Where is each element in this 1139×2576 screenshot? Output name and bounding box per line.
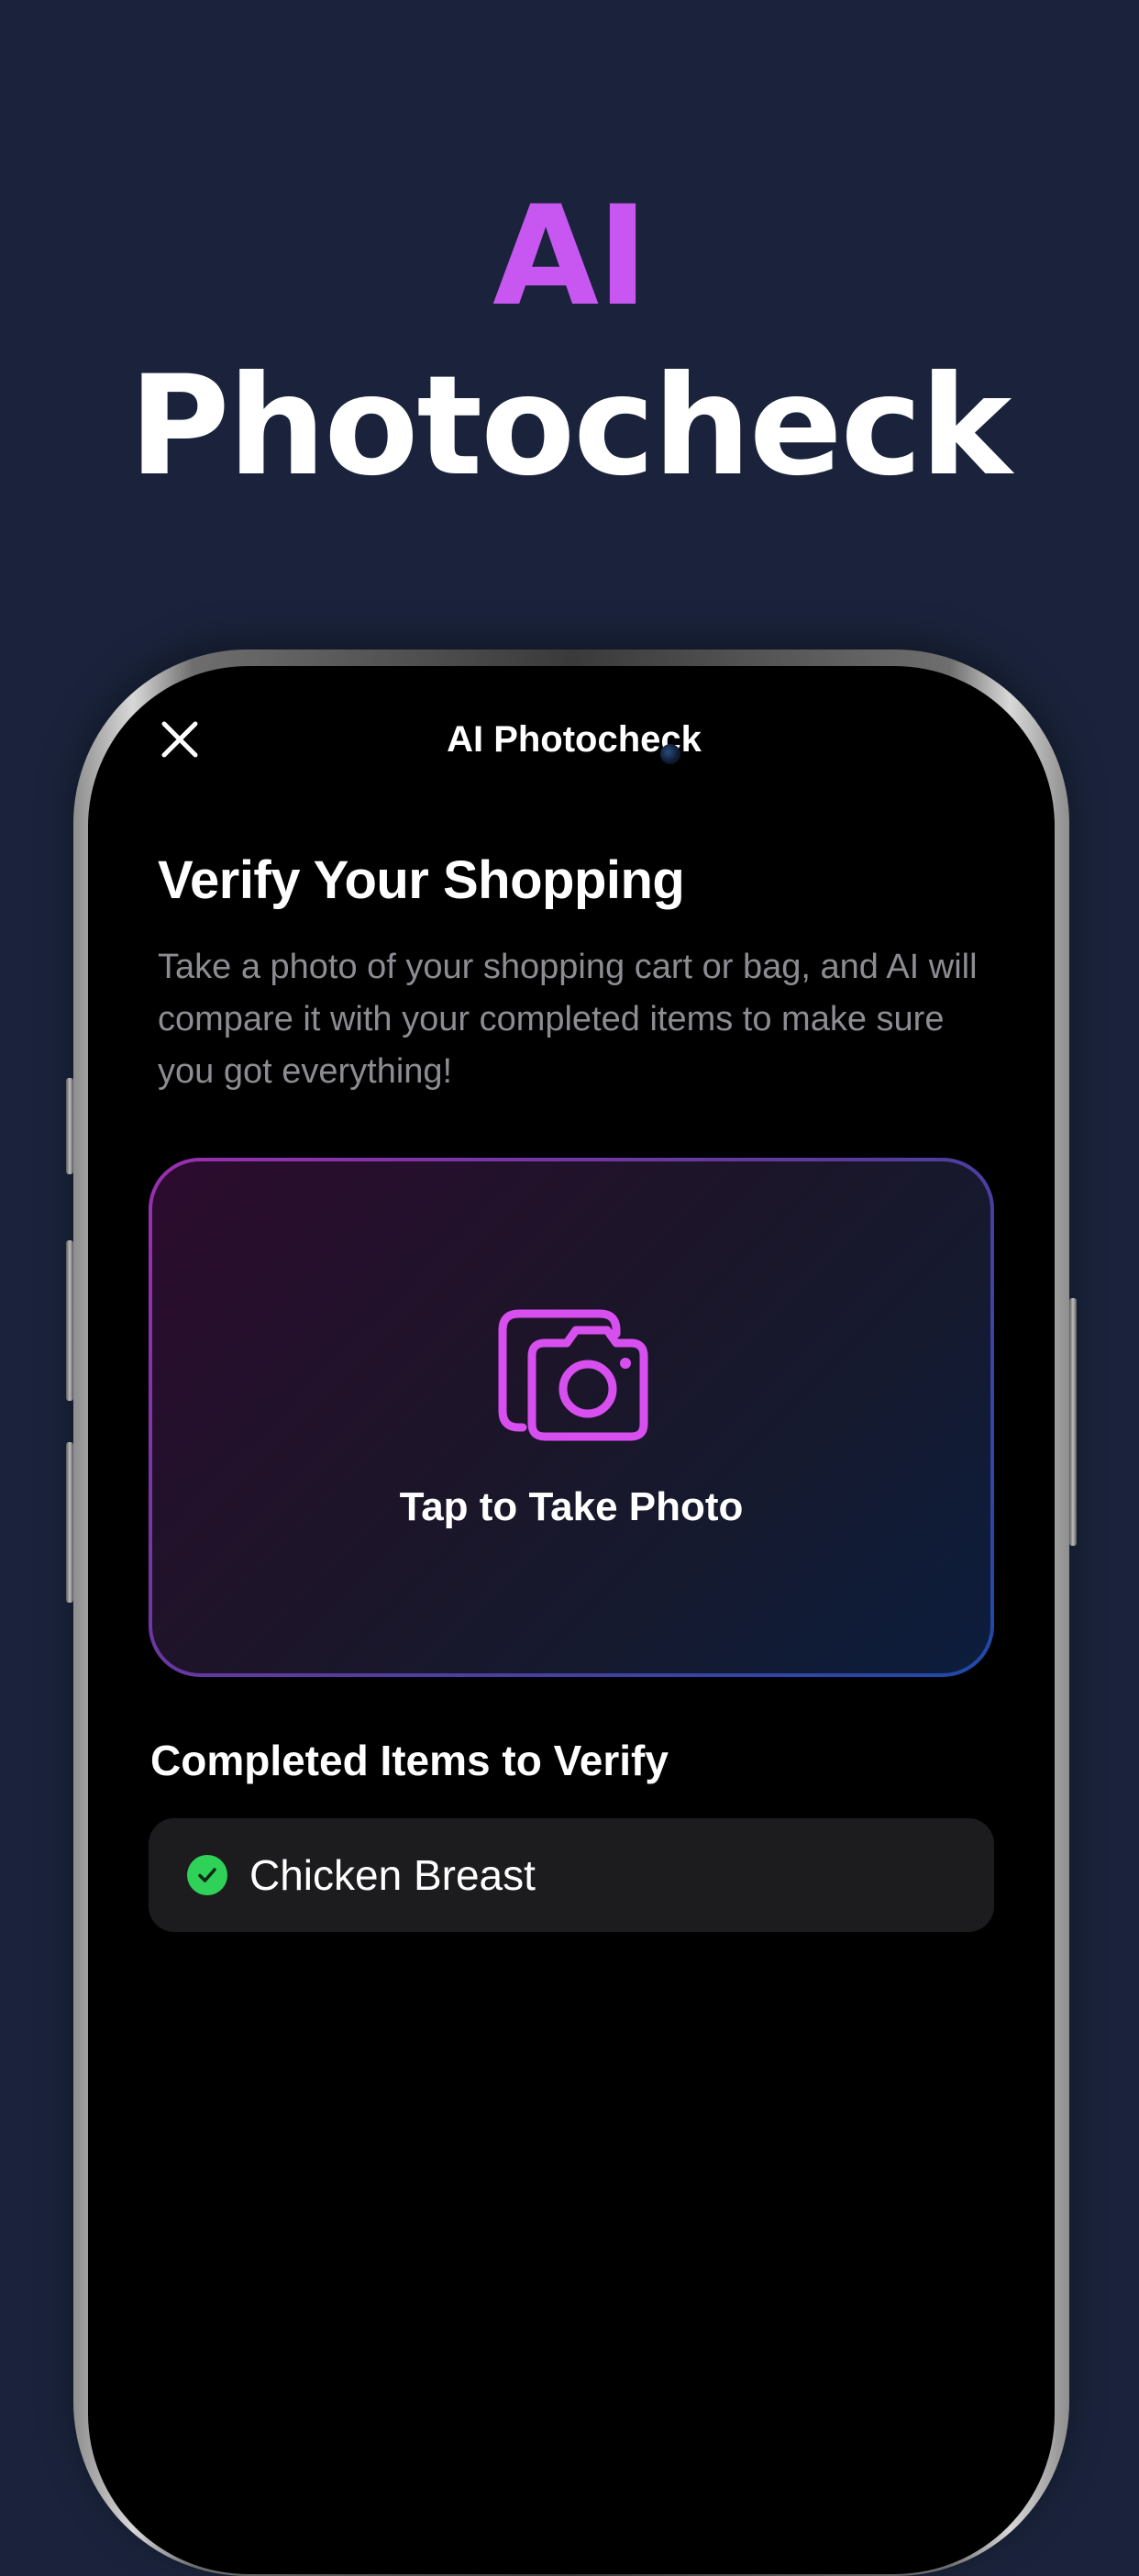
page-title: Verify Your Shopping [158, 850, 685, 910]
hero-line-photocheck: Photocheck [128, 347, 1012, 506]
list-item[interactable]: Chicken Breast [149, 1818, 994, 1932]
phone-power-button [1069, 1298, 1077, 1546]
list-item-label: Chicken Breast [249, 1851, 536, 1899]
take-photo-card-surface: Tap to Take Photo [152, 1161, 990, 1673]
phone-volume-down-button [66, 1442, 73, 1603]
front-camera [660, 744, 680, 764]
phone-volume-up-button [66, 1240, 73, 1401]
checkmark-circle-icon [187, 1855, 227, 1895]
phone-action-button [66, 1078, 73, 1174]
hero-line-ai: AI [492, 177, 648, 337]
take-photo-label: Tap to Take Photo [399, 1484, 744, 1529]
completed-items-heading: Completed Items to Verify [150, 1737, 669, 1784]
phone-screen: AI Photocheck Verify Your Shopping Take … [88, 666, 1055, 2574]
close-icon [161, 721, 198, 758]
take-photo-button[interactable]: Tap to Take Photo [149, 1158, 994, 1677]
page-description: Take a photo of your shopping cart or ba… [158, 948, 978, 1091]
camera-icon [498, 1309, 648, 1441]
hero-heading: AI Photocheck [0, 174, 1139, 514]
nav-title: AI Photocheck [447, 719, 702, 760]
close-button[interactable] [154, 714, 205, 765]
